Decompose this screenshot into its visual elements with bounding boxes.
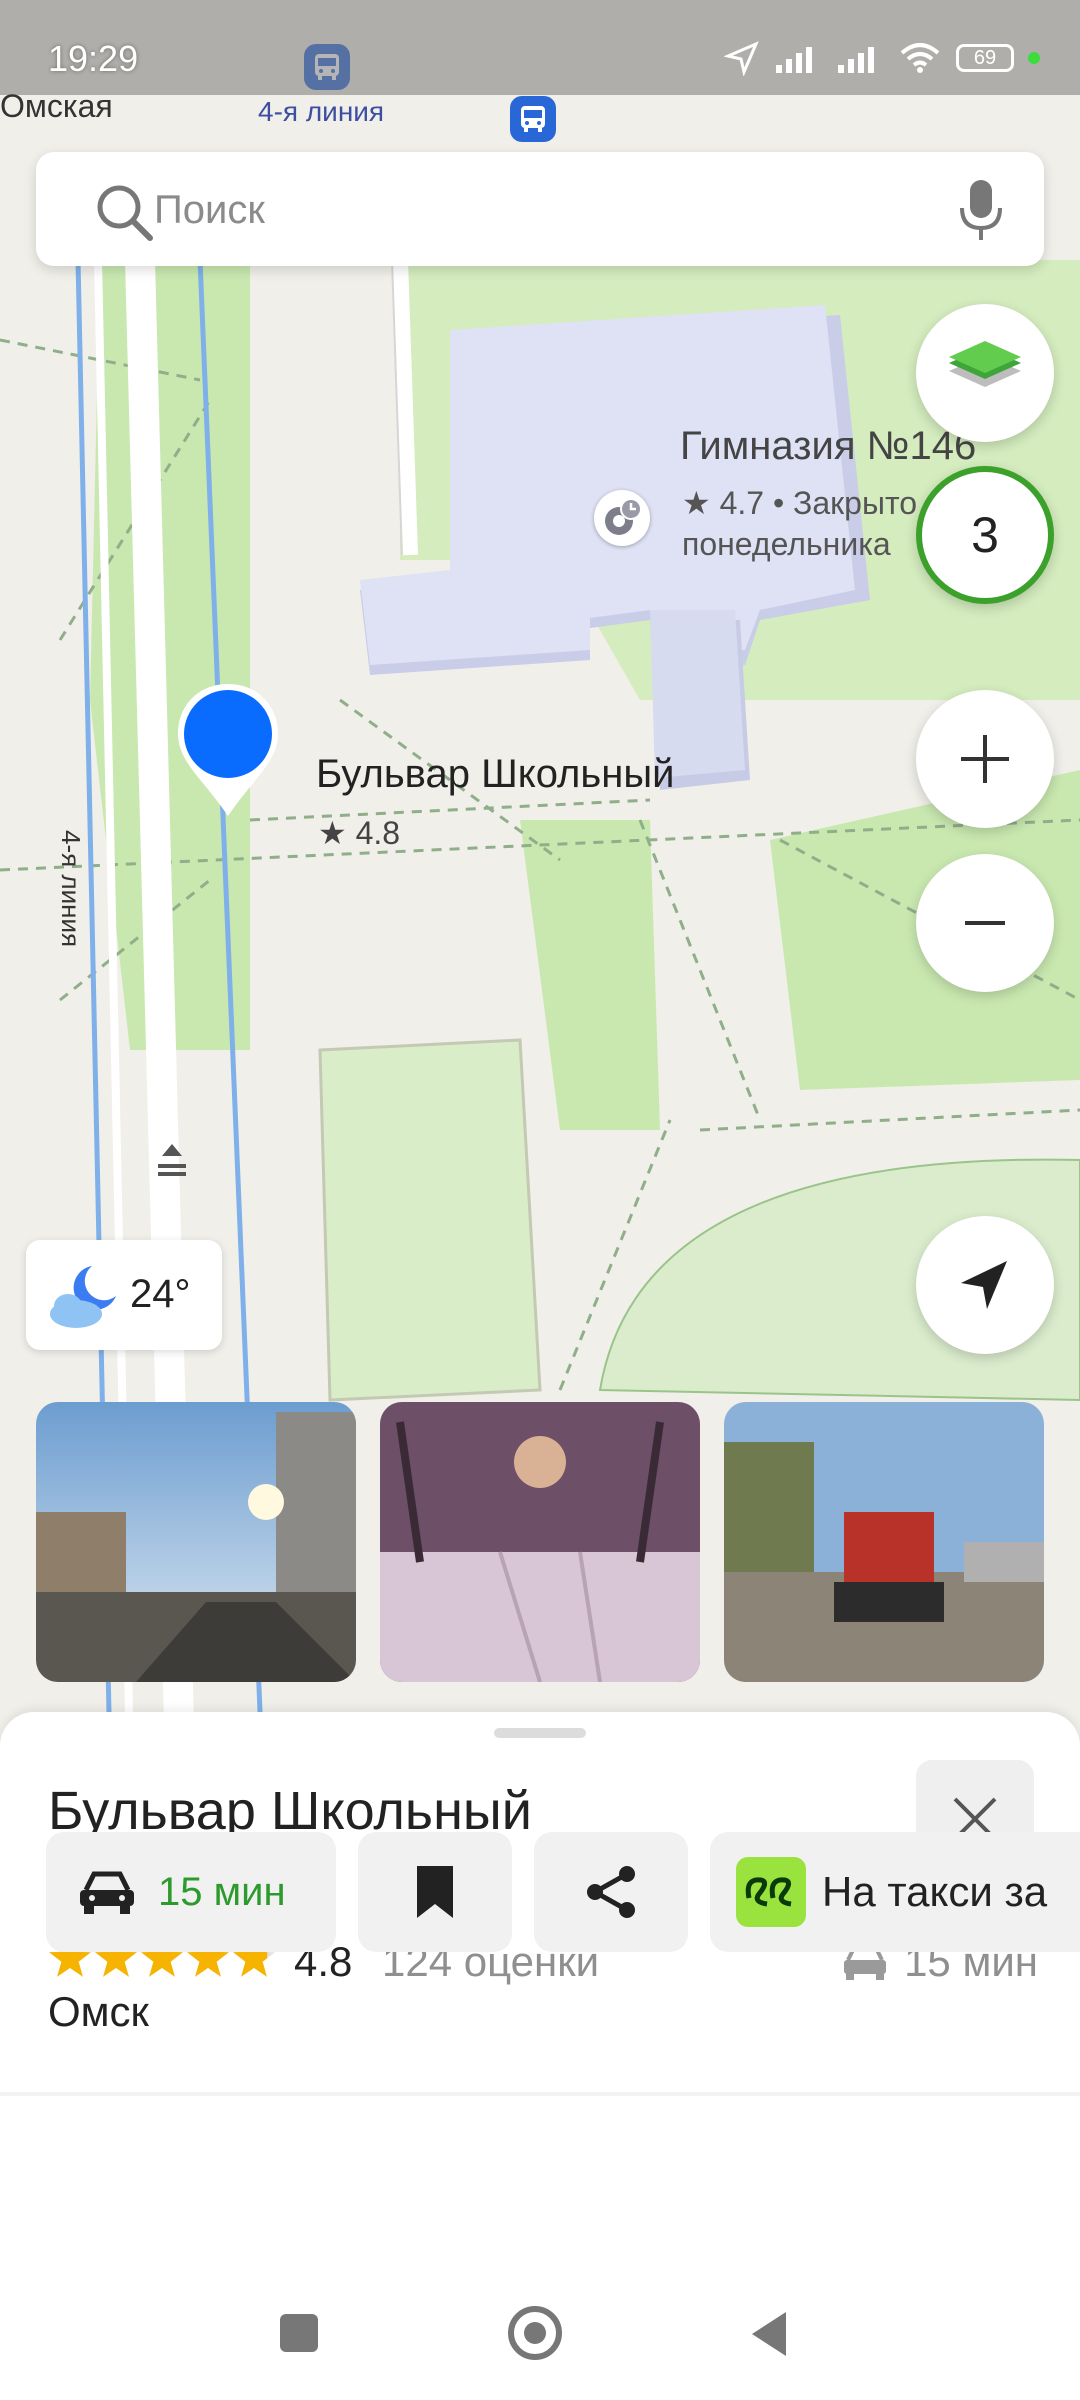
route-time: 15 мин	[158, 1869, 286, 1914]
battery-icon: 69	[956, 44, 1014, 72]
school-poi-icon[interactable]	[594, 490, 650, 546]
my-location-button[interactable]	[916, 1216, 1054, 1354]
layers-icon	[949, 341, 1021, 387]
street-label-omskaya: Омская	[0, 88, 113, 124]
system-nav-bar	[0, 2270, 1080, 2400]
plus-icon	[961, 735, 1009, 783]
search-input[interactable]: Поиск	[154, 188, 265, 233]
signal-icon-2	[838, 47, 874, 73]
route-button[interactable]: 15 мин	[46, 1832, 336, 1952]
entrance-icon	[150, 1136, 194, 1185]
divider	[0, 2092, 1080, 2096]
clusters-count-badge[interactable]: 3	[916, 466, 1054, 604]
wifi-icon	[900, 43, 940, 73]
street-label-vertical: 4-я линия	[56, 830, 86, 948]
location-pin-icon[interactable]	[170, 678, 286, 833]
weather-widget[interactable]: 24°	[26, 1240, 222, 1350]
city: Омск	[48, 1988, 149, 2035]
search-bar[interactable]: Поиск	[36, 152, 1044, 266]
taxi-label: На такси за	[822, 1868, 1048, 1915]
car-icon	[80, 1871, 134, 1914]
zoom-in-button[interactable]	[916, 690, 1054, 828]
back-icon	[752, 2312, 786, 2356]
taxi-logo-icon	[736, 1857, 806, 1927]
home-button[interactable]	[508, 2306, 562, 2360]
pin-name[interactable]: Бульвар Школьный	[316, 752, 674, 797]
home-dot	[524, 2322, 546, 2344]
weather-temperature: 24°	[130, 1272, 191, 1316]
status-icons: 69	[724, 40, 1040, 76]
recent-apps-button[interactable]	[280, 2314, 318, 2352]
bookmark-icon	[417, 1866, 453, 1918]
navigation-arrow-icon	[961, 1261, 1007, 1309]
bookmark-button[interactable]	[358, 1832, 512, 1952]
status-bar: 19:29 Омская 4-я линия 69	[0, 0, 1080, 127]
pin-rating: ★ 4.8	[318, 815, 401, 851]
poi-status-line2: понедельника	[682, 526, 891, 562]
night-cloud-icon	[50, 1266, 116, 1328]
minus-icon	[965, 921, 1005, 925]
microphone-icon[interactable]	[956, 178, 1006, 242]
street-label-line: 4-я линия	[258, 96, 385, 127]
layers-button[interactable]	[916, 304, 1054, 442]
clock: 19:29	[48, 38, 139, 79]
location-arrow-icon	[724, 41, 759, 76]
back-button[interactable]	[748, 2310, 790, 2363]
green-dot-indicator	[1028, 52, 1040, 64]
place-photo[interactable]	[36, 1402, 356, 1682]
share-button[interactable]	[534, 1832, 688, 1952]
place-photo[interactable]	[380, 1402, 700, 1682]
poi-rating-value: ★ 4.7	[682, 485, 765, 521]
taxi-button[interactable]: На такси за	[710, 1832, 1080, 1952]
share-icon	[587, 1866, 635, 1918]
signal-icon	[776, 47, 812, 73]
search-icon	[97, 185, 153, 241]
drag-handle[interactable]	[494, 1728, 586, 1738]
zoom-out-button[interactable]	[916, 854, 1054, 992]
poi-name[interactable]: Гимназия №146	[680, 424, 976, 469]
place-photo[interactable]	[724, 1402, 1044, 1682]
